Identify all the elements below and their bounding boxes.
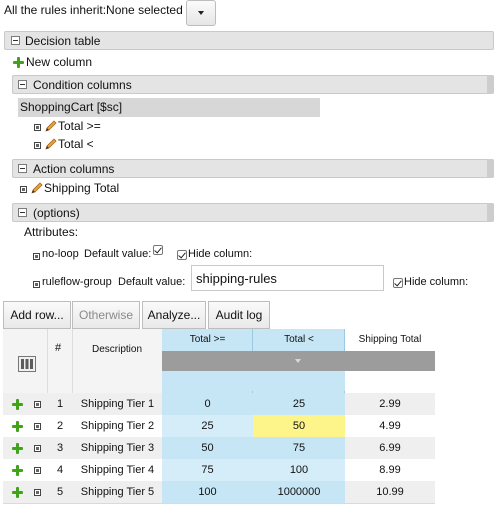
header-endcap	[487, 75, 494, 94]
cell-row-number: 1	[56, 398, 64, 410]
cell-total-lt[interactable]: 1000000	[253, 481, 345, 503]
pencil-icon[interactable]	[44, 137, 58, 151]
add-row-icon[interactable]	[12, 421, 23, 432]
options-header[interactable]: (options)	[12, 203, 494, 222]
cell-shipping-total[interactable]: 10.99	[345, 481, 435, 503]
delete-row-icon[interactable]	[34, 489, 41, 496]
no-loop-default-label: Default value:	[84, 248, 152, 260]
delete-column-icon[interactable]	[34, 124, 41, 131]
cell-description[interactable]: Shipping Tier 4	[73, 459, 162, 481]
new-column-link[interactable]: New column	[26, 55, 92, 69]
cell-total-lt[interactable]: 50	[253, 415, 345, 437]
delete-row-icon[interactable]	[34, 445, 41, 452]
attributes-label: Attributes:	[24, 225, 79, 239]
cell-description[interactable]: Shipping Tier 1	[73, 393, 162, 415]
pencil-icon[interactable]	[30, 181, 44, 195]
condition-item: Total >=	[58, 119, 101, 133]
add-row-button[interactable]: Add row...	[3, 301, 71, 329]
cell-description[interactable]: Shipping Tier 3	[73, 437, 162, 459]
collapse-icon[interactable]	[11, 36, 20, 45]
cell-shipping-total[interactable]: 8.99	[345, 459, 435, 481]
delete-row-icon[interactable]	[34, 401, 41, 408]
action-item: Shipping Total	[44, 181, 120, 195]
delete-row-icon[interactable]	[34, 467, 41, 474]
ruleflow-group-hide-checkbox[interactable]	[393, 278, 403, 288]
column-config-icon[interactable]	[18, 356, 36, 372]
cell-shipping-total[interactable]: 4.99	[345, 415, 435, 437]
col-header-description: Description	[91, 344, 143, 355]
cell-total-gte[interactable]: 100	[162, 481, 253, 503]
cell-total-gte[interactable]: 0	[162, 393, 253, 415]
decision-table-title: Decision table	[25, 34, 101, 48]
cell-row-number: 5	[56, 486, 64, 498]
delete-attribute-icon[interactable]	[33, 253, 40, 260]
inherit-label: All the rules inherit:None selected	[4, 3, 183, 17]
pattern-binding-row	[162, 371, 345, 391]
header-endcap	[487, 203, 494, 222]
pattern-label: ShoppingCart [$sc]	[20, 100, 123, 114]
delete-attribute-icon[interactable]	[33, 281, 40, 288]
collapse-icon[interactable]	[18, 208, 27, 217]
cell-total-gte[interactable]: 25	[162, 415, 253, 437]
cell-shipping-total[interactable]: 2.99	[345, 393, 435, 415]
ruleflow-group-value-input[interactable]	[191, 265, 384, 291]
cell-total-gte[interactable]: 50	[162, 437, 253, 459]
cell-total-lt[interactable]: 25	[253, 393, 345, 415]
delete-column-icon[interactable]	[34, 142, 41, 149]
delete-column-icon[interactable]	[20, 186, 27, 193]
collapse-icon[interactable]	[18, 80, 27, 89]
action-columns-title: Action columns	[33, 162, 115, 176]
cell-total-gte[interactable]: 75	[162, 459, 253, 481]
cell-description[interactable]: Shipping Tier 2	[73, 415, 162, 437]
pattern-row[interactable]: ShoppingCart [$sc]	[18, 98, 320, 117]
decision-table-header[interactable]: Decision table	[4, 31, 494, 50]
chevron-down-icon[interactable]	[295, 359, 301, 363]
no-loop-hide-label: Hide column:	[188, 248, 253, 260]
decision-grid: # Description Total >= Total < Shipping …	[3, 329, 435, 504]
analyze-button[interactable]: Analyze...	[142, 301, 206, 329]
ruleflow-group-hide-label: Hide column:	[404, 276, 469, 288]
cell-shipping-total[interactable]: 6.99	[345, 437, 435, 459]
col-header-number: #	[54, 342, 62, 354]
collapse-icon[interactable]	[18, 164, 27, 173]
ruleflow-group-default-label: Default value:	[118, 276, 186, 288]
ruleflow-group-label: ruleflow-group	[42, 276, 112, 288]
add-row-icon[interactable]	[12, 487, 23, 498]
col-header-shipping-total[interactable]: Shipping Total	[345, 334, 435, 345]
add-icon[interactable]	[13, 57, 24, 68]
delete-row-icon[interactable]	[34, 423, 41, 430]
header-endcap	[487, 159, 494, 178]
condition-item: Total <	[58, 137, 94, 151]
cell-row-number: 3	[56, 442, 64, 454]
pencil-icon[interactable]	[44, 119, 58, 133]
options-title: (options)	[33, 206, 80, 220]
condition-columns-header[interactable]: Condition columns	[12, 75, 494, 94]
no-loop-label: no-loop	[42, 248, 79, 260]
col-header-total-gte[interactable]: Total >=	[162, 334, 253, 345]
audit-log-button[interactable]: Audit log	[208, 301, 270, 329]
add-row-icon[interactable]	[12, 399, 23, 410]
cell-row-number: 4	[56, 464, 64, 476]
no-loop-hide-checkbox[interactable]	[177, 250, 187, 260]
chevron-down-icon	[198, 11, 204, 15]
row-divider	[3, 503, 435, 504]
add-row-icon[interactable]	[12, 465, 23, 476]
action-columns-header[interactable]: Action columns	[12, 159, 494, 178]
condition-columns-title: Condition columns	[33, 78, 132, 92]
cell-row-number: 2	[56, 420, 64, 432]
cell-description[interactable]: Shipping Tier 5	[73, 481, 162, 503]
add-row-icon[interactable]	[12, 443, 23, 454]
inherit-dropdown-button[interactable]	[186, 0, 216, 26]
no-loop-default-checkbox[interactable]	[153, 245, 163, 255]
col-header-total-lt[interactable]: Total <	[253, 334, 345, 345]
otherwise-button[interactable]: Otherwise	[72, 301, 140, 329]
cell-total-lt[interactable]: 100	[253, 459, 345, 481]
cell-total-lt[interactable]: 75	[253, 437, 345, 459]
